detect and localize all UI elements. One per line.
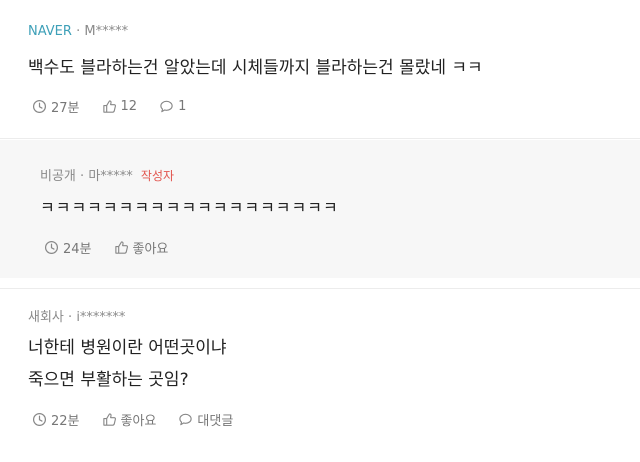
clock-icon [32,99,47,114]
comment-3: 새회사 · i******* 너한테 병원이란 어떤곳이냐 죽으면 부활하는 곳… [0,289,640,462]
clock-icon [32,412,47,427]
reply-count: 1 [178,99,187,114]
comment-text-line: 죽으면 부활하는 곳임? [28,370,189,390]
speech-bubble-icon [179,413,193,426]
clock-icon [44,240,59,255]
author-name: i******* [76,310,126,325]
time-item: 22분 [32,410,80,429]
comment-1: NAVER · M***** 백수도 블라하는건 알았는데 시체들까지 블라하는… [0,0,640,137]
speech-bubble-icon [160,100,173,113]
time-label: 22분 [51,414,80,429]
like-button[interactable]: 좋아요 [114,238,169,257]
author-name: M***** [84,24,129,39]
like-button[interactable]: 좋아요 [102,410,157,429]
comment-author[interactable]: 비공개 · 마***** 작성자 [40,165,174,184]
time-item: 27분 [32,97,80,116]
comment-meta: 22분 좋아요 대댓글 [32,410,255,429]
divider [0,138,640,139]
like-count: 12 [120,99,138,114]
comment-author[interactable]: NAVER · M***** [28,24,128,39]
comment-text: 너한테 병원이란 어떤곳이냐 죽으면 부활하는 곳임? [28,332,227,396]
separator: · [76,24,81,39]
separator: · [80,169,85,184]
like-button[interactable]: 12 [102,99,138,114]
source-label: NAVER [28,24,72,39]
author-badge: 작성자 [140,169,175,183]
time-item: 24분 [44,238,92,257]
like-label: 좋아요 [120,414,157,429]
time-label: 27분 [51,101,80,116]
comment-text-line: 백수도 블라하는건 알았는데 시체들까지 블라하는건 몰랐네 ㅋㅋ [28,58,483,78]
separator: · [68,310,73,325]
comment-text: 백수도 블라하는건 알았는데 시체들까지 블라하는건 몰랐네 ㅋㅋ [28,52,483,84]
comment-meta: 27분 12 1 [32,97,208,116]
thumbs-up-icon [102,100,116,113]
reply-button[interactable]: 1 [159,99,186,114]
company-label: 새회사 [28,310,64,325]
author-name: 마***** [88,169,133,184]
comment-text: ㅋㅋㅋㅋㅋㅋㅋㅋㅋㅋㅋㅋㅋㅋㅋㅋㅋㅋㅋ [40,192,339,224]
reply-label: 대댓글 [197,414,234,429]
like-label: 좋아요 [132,242,169,257]
thumbs-up-icon [114,241,128,254]
comment-text-line: ㅋㅋㅋㅋㅋㅋㅋㅋㅋㅋㅋㅋㅋㅋㅋㅋㅋㅋㅋ [40,198,339,217]
comment-2: 비공개 · 마***** 작성자 ㅋㅋㅋㅋㅋㅋㅋㅋㅋㅋㅋㅋㅋㅋㅋㅋㅋㅋㅋ 24분… [0,140,640,278]
comment-meta: 24분 좋아요 [44,238,190,257]
comment-author[interactable]: 새회사 · i******* [28,306,125,325]
thumbs-up-icon [102,413,116,426]
reply-button[interactable]: 대댓글 [178,410,233,429]
comment-text-line: 너한테 병원이란 어떤곳이냐 [28,338,227,358]
time-label: 24분 [63,242,92,257]
company-label: 비공개 [40,169,76,184]
